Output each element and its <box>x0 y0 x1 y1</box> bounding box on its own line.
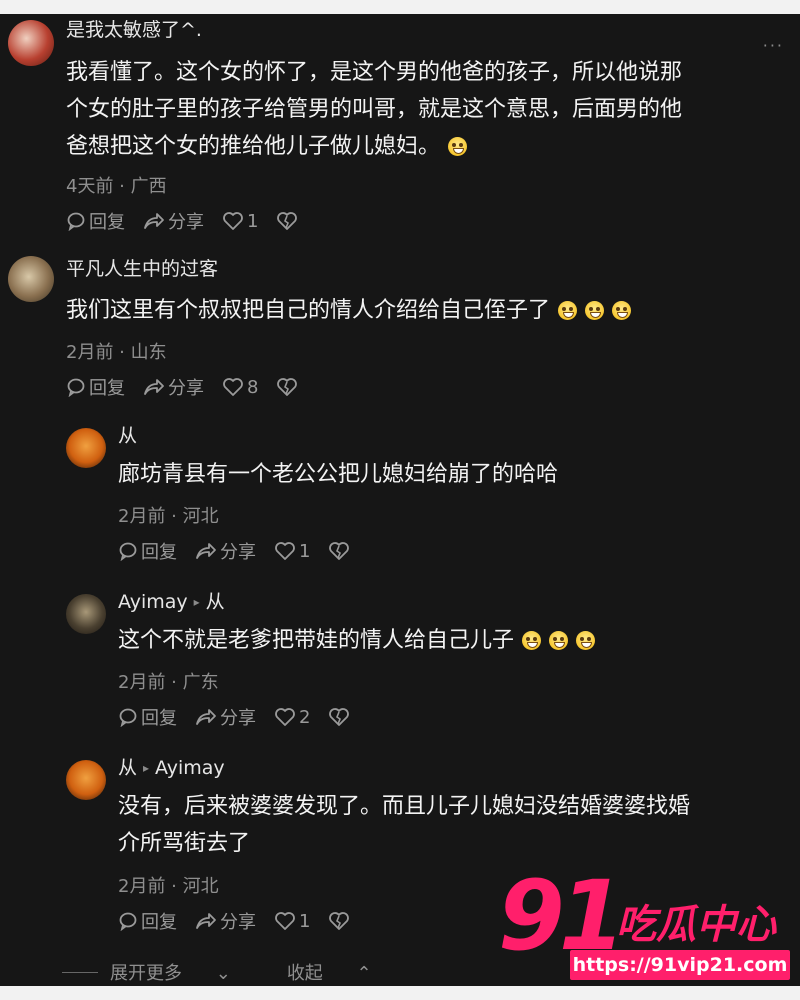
watermark-text: 吃瓜中心 <box>616 902 776 948</box>
broken-heart-icon <box>277 378 298 396</box>
reply-to-arrow-icon: ▸ <box>143 761 150 775</box>
share-arrow-icon <box>196 709 216 725</box>
like-button[interactable]: 1 <box>222 211 258 232</box>
heart-icon <box>223 212 243 230</box>
grin-emoji-icon <box>612 301 632 320</box>
comment-item: 平凡人生中的过客 我们这里有个叔叔把自己的情人介绍给自己侄子了 2月前 · 山东… <box>0 250 800 420</box>
broken-heart-icon <box>329 708 350 726</box>
avatar[interactable] <box>8 20 54 66</box>
chevron-down-icon: ⌄ <box>210 963 231 984</box>
reply-button[interactable]: 回复 <box>66 208 125 234</box>
comment-text: 这个不就是老爹把带娃的情人给自己儿子 <box>118 622 596 659</box>
share-button[interactable]: 分享 <box>195 704 256 730</box>
share-arrow-icon <box>196 543 216 559</box>
reply-item: 从 廊坊青县有一个老公公把儿媳妇给崩了的哈哈 2月前 · 河北 回复 分享 1 <box>0 420 800 580</box>
broken-heart-icon <box>329 542 350 560</box>
replies-footer: 展开更多 ⌄ 收起 ⌃ <box>62 959 428 985</box>
reply-button[interactable]: 回复 <box>118 704 177 730</box>
avatar[interactable] <box>66 428 106 468</box>
comment-meta: 2月前 · 河北 <box>118 506 219 527</box>
comment-bubble-icon <box>119 912 137 931</box>
reply-to-arrow-icon: ▸ <box>193 595 200 609</box>
comment-actions: 回复 分享 1 <box>118 908 371 934</box>
dislike-button[interactable] <box>328 707 353 727</box>
username[interactable]: 从 <box>118 424 137 448</box>
share-button[interactable]: 分享 <box>143 374 204 400</box>
username[interactable]: 平凡人生中的过客 <box>66 257 218 281</box>
comment-meta: 2月前 · 河北 <box>118 876 219 897</box>
dislike-button[interactable] <box>276 211 301 231</box>
comment-text: 我们这里有个叔叔把自己的情人介绍给自己侄子了 <box>66 292 632 329</box>
like-button[interactable]: 2 <box>274 707 310 728</box>
dislike-button[interactable] <box>328 541 353 561</box>
comment-text: 没有，后来被婆婆发现了。而且儿子儿媳妇没结婚婆婆找婚 介所骂街去了 <box>118 794 691 856</box>
username[interactable]: 从 ▸ Ayimay <box>118 756 225 780</box>
reply-button[interactable]: 回复 <box>118 538 177 564</box>
comment-meta: 2月前 · 山东 <box>66 342 167 363</box>
like-button[interactable]: 1 <box>274 541 310 562</box>
share-button[interactable]: 分享 <box>195 908 256 934</box>
share-arrow-icon <box>144 213 164 229</box>
grin-emoji-icon <box>558 301 578 320</box>
share-button[interactable]: 分享 <box>143 208 204 234</box>
username[interactable]: Ayimay ▸ 从 <box>118 590 225 614</box>
comment-panel: ··· 是我太敏感了^. 我看懂了。这个女的怀了，是这个男的他爸的孩子，所以他说… <box>0 14 800 986</box>
reply-button[interactable]: 回复 <box>66 374 125 400</box>
share-arrow-icon <box>196 913 216 929</box>
comment-actions: 回复 分享 2 <box>118 704 371 730</box>
like-button[interactable]: 1 <box>274 911 310 932</box>
expand-more-button[interactable]: 展开更多 ⌄ <box>110 959 259 985</box>
comment-bubble-icon <box>119 542 137 561</box>
chevron-up-icon: ⌃ <box>350 963 372 984</box>
comment-bubble-icon <box>67 378 85 397</box>
dislike-button[interactable] <box>276 377 301 397</box>
heart-icon <box>275 708 295 726</box>
flushed-emoji-icon <box>522 631 542 650</box>
username[interactable]: 是我太敏感了^. <box>66 18 202 42</box>
flushed-emoji-icon <box>576 631 596 650</box>
heart-icon <box>275 912 295 930</box>
grin-emoji-icon <box>448 137 468 156</box>
grin-emoji-icon <box>585 301 605 320</box>
divider <box>62 971 98 973</box>
avatar[interactable] <box>8 256 54 302</box>
dislike-button[interactable] <box>328 911 353 931</box>
comment-text: 廊坊青县有一个老公公把儿媳妇给崩了的哈哈 <box>118 462 559 487</box>
comment-bubble-icon <box>119 708 137 727</box>
heart-icon <box>223 378 243 396</box>
share-button[interactable]: 分享 <box>195 538 256 564</box>
avatar[interactable] <box>66 594 106 634</box>
comment-bubble-icon <box>67 212 85 231</box>
collapse-button[interactable]: 收起 ⌃ <box>287 959 400 985</box>
broken-heart-icon <box>329 912 350 930</box>
watermark-logo: 91 吃瓜中心 https://91vip21.com <box>498 866 798 987</box>
comment-actions: 回复 分享 8 <box>66 374 319 400</box>
comment-text: 我看懂了。这个女的怀了，是这个男的他爸的孩子，所以他说那 个女的肚子里的孩子给管… <box>66 60 683 159</box>
reply-button[interactable]: 回复 <box>118 908 177 934</box>
comment-meta: 2月前 · 广东 <box>118 672 219 693</box>
like-button[interactable]: 8 <box>222 377 258 398</box>
flushed-emoji-icon <box>549 631 569 650</box>
watermark-url: https://91vip21.com <box>570 950 790 980</box>
comment-actions: 回复 分享 1 <box>118 538 371 564</box>
share-arrow-icon <box>144 379 164 395</box>
comment-item: 是我太敏感了^. 我看懂了。这个女的怀了，是这个男的他爸的孩子，所以他说那 个女… <box>0 14 800 244</box>
avatar[interactable] <box>66 760 106 800</box>
reply-item: Ayimay ▸ 从 这个不就是老爹把带娃的情人给自己儿子 2月前 · 广东 回复 … <box>0 586 800 746</box>
comment-meta: 4天前 · 广西 <box>66 176 167 197</box>
broken-heart-icon <box>277 212 298 230</box>
heart-icon <box>275 542 295 560</box>
comment-actions: 回复 分享 1 <box>66 208 319 234</box>
